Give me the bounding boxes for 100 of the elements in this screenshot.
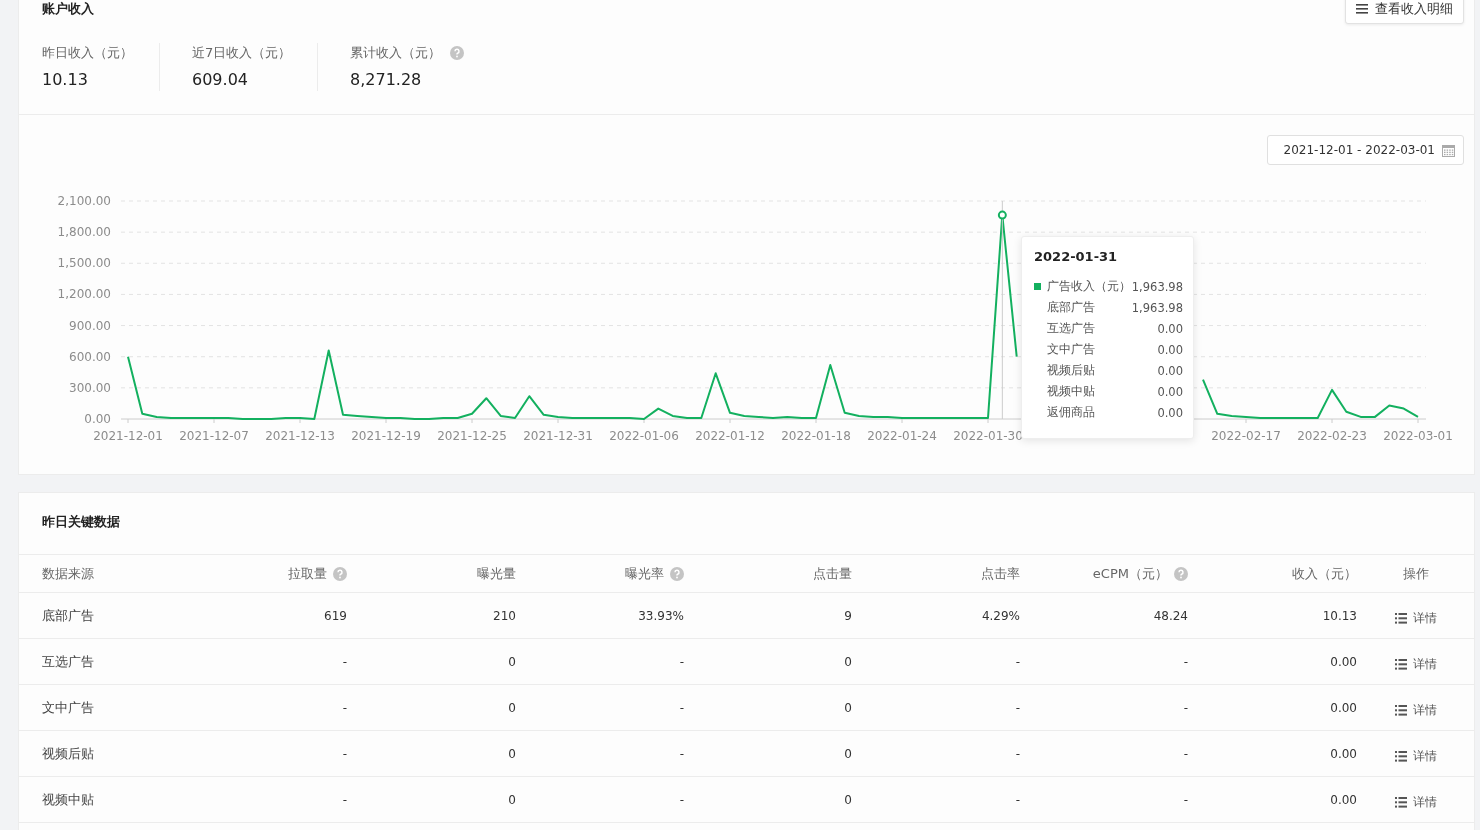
tooltip-value: 0.00: [1157, 363, 1183, 378]
table-cell: 0: [508, 654, 516, 669]
axis-label: 2021-12-25: [437, 429, 507, 443]
table-cell: -: [1183, 746, 1188, 761]
detail-link[interactable]: 详情: [1394, 610, 1437, 627]
table-cell: -: [342, 746, 347, 761]
table-cell: 0: [508, 746, 516, 761]
table-cell: 48.24: [1153, 608, 1188, 623]
table-cell: -: [342, 792, 347, 807]
axis-label: 0.00: [84, 412, 111, 426]
table-cell: -: [1183, 654, 1188, 669]
axis-label: 900.00: [69, 318, 111, 333]
table-cell: 619: [324, 608, 347, 623]
column-header: 点击量: [813, 564, 852, 583]
table-cell: 9: [844, 608, 852, 623]
table-cell: 4.29%: [981, 608, 1020, 623]
tooltip-label: 返佣商品: [1047, 405, 1096, 420]
tooltip-label: 互选广告: [1047, 321, 1096, 336]
list-icon: [1394, 705, 1407, 716]
table-cell: 0: [844, 792, 852, 807]
stat-value: 609.04: [192, 69, 249, 91]
section-title: 昨日关键数据: [19, 493, 1474, 555]
tooltip-value: 0.00: [1157, 321, 1183, 336]
table-cell: -: [679, 746, 684, 761]
table-cell: 33.93%: [638, 608, 684, 623]
table-cell: -: [342, 700, 347, 715]
table-cell: 0.00: [1330, 654, 1357, 669]
stat-value: 8,271.28: [350, 69, 423, 91]
axis-label: 2022-01-30: [953, 429, 1023, 443]
axis-label: 2021-12-01: [93, 429, 163, 443]
table-cell: -: [1015, 746, 1020, 761]
income-detail-button[interactable]: 查看收入明细: [1345, 0, 1464, 24]
list-icon: [1394, 659, 1407, 670]
table-cell: 底部广告: [42, 606, 94, 625]
menu-icon: [1356, 4, 1368, 14]
list-icon: [1394, 751, 1407, 762]
table-cell: -: [1183, 700, 1188, 715]
table-cell: 0.00: [1330, 700, 1357, 715]
axis-label: 2022-02-23: [1297, 429, 1367, 443]
tooltip-value: 1,963.98: [1131, 300, 1183, 315]
detail-link[interactable]: 详情: [1394, 656, 1437, 673]
axis-label: 2021-12-31: [523, 429, 593, 443]
axis-label: 2021-12-13: [265, 429, 335, 443]
axis-label: 2021-12-19: [351, 429, 421, 443]
column-header: 收入（元）: [1292, 564, 1357, 583]
column-header: 数据来源: [42, 564, 94, 583]
date-range-field[interactable]: 2021-12-01 - 2022-03-01: [1267, 135, 1464, 165]
axis-label: 600.00: [69, 349, 111, 364]
detail-link[interactable]: 详情: [1394, 702, 1437, 719]
table-cell: 0: [508, 700, 516, 715]
tooltip-value: 0.00: [1157, 384, 1183, 399]
column-header: 曝光量: [477, 564, 516, 583]
axis-label: 2,100.00: [57, 194, 111, 208]
table-cell: 0: [508, 792, 516, 807]
axis-label: 300.00: [69, 380, 111, 395]
axis-label: 2022-01-24: [867, 429, 937, 443]
table-cell: -: [1015, 654, 1020, 669]
stat-label: 累计收入（元）: [350, 44, 441, 62]
axis-label: 2022-03-01: [1383, 429, 1453, 443]
table-cell: 0: [844, 700, 852, 715]
table-cell: 视频后贴: [42, 744, 94, 763]
table-cell: 10.13: [1322, 608, 1357, 623]
tooltip-value: 0.00: [1157, 405, 1183, 420]
stat-value: 10.13: [42, 69, 89, 91]
axis-label: 1,800.00: [57, 225, 111, 240]
table-cell: 0.00: [1330, 746, 1357, 761]
axis-label: 2022-01-12: [695, 429, 765, 443]
axis-label: 2022-01-18: [781, 429, 851, 443]
table-cell: 210: [493, 608, 516, 623]
section-title: 账户收入: [42, 0, 94, 18]
axis-label: 2021-12-07: [179, 429, 249, 443]
stat-label: 昨日收入（元）: [42, 44, 133, 62]
axis-label: 1,200.00: [57, 287, 111, 302]
table-cell: 0: [844, 746, 852, 761]
table-cell: -: [679, 792, 684, 807]
column-header: 操作: [1402, 564, 1429, 583]
table-cell: 文中广告: [42, 698, 94, 717]
tooltip-value: 0.00: [1157, 342, 1183, 357]
tooltip-label: 文中广告: [1047, 342, 1096, 357]
table-cell: -: [1015, 792, 1020, 807]
table-cell: -: [679, 654, 684, 669]
column-header: 曝光率: [625, 564, 664, 583]
axis-label: 2022-01-06: [609, 429, 679, 443]
column-header: 点击率: [981, 564, 1020, 583]
table-cell: -: [1015, 700, 1020, 715]
table-cell: 0: [844, 654, 852, 669]
axis-label: 1,500.00: [57, 256, 111, 271]
column-header: 拉取量: [288, 564, 327, 583]
table-cell: 互选广告: [42, 652, 94, 671]
table-cell: -: [342, 654, 347, 669]
tooltip-label: 视频后贴: [1047, 363, 1096, 378]
tooltip-value: 1,963.98: [1131, 279, 1183, 294]
stat-label: 近7日收入（元）: [192, 44, 292, 62]
tooltip-label: 广告收入（元）: [1047, 279, 1132, 294]
list-icon: [1394, 613, 1407, 624]
detail-link[interactable]: 详情: [1394, 748, 1437, 765]
detail-link[interactable]: 详情: [1394, 794, 1437, 811]
column-header: eCPM（元）: [1092, 564, 1168, 583]
list-icon: [1394, 797, 1407, 808]
tooltip-label: 视频中贴: [1047, 384, 1096, 399]
